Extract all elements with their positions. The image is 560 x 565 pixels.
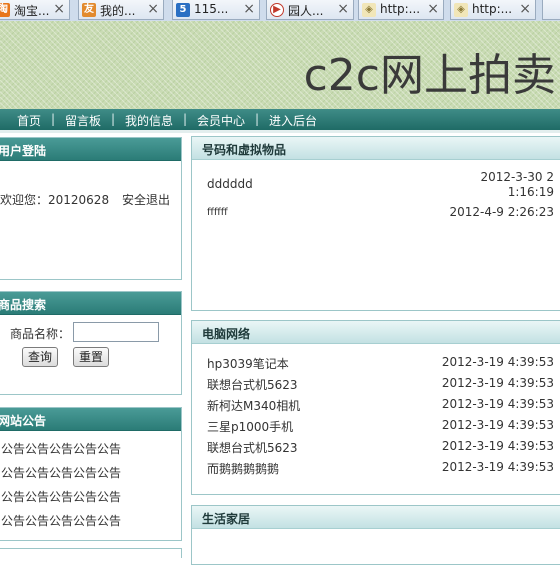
item-date: 2012-4-9 2:26:23 (449, 205, 554, 219)
close-icon[interactable]: × (427, 1, 439, 17)
item-name[interactable]: dddddd (207, 177, 253, 191)
close-icon[interactable]: × (147, 1, 159, 17)
next-left-panel (0, 548, 182, 558)
browser-tab[interactable]: 友 我的... × (78, 0, 164, 20)
category-header: 电脑网络 (192, 321, 560, 344)
category-panel-computers: 电脑网络 hp3039笔记本 2012-3-19 4:39:53 联想台式机56… (191, 320, 560, 495)
category-panel-virtual: 号码和虚拟物品 dddddd 2012-3-30 21:16:19 ffffff… (191, 136, 560, 311)
logout-link[interactable]: 安全退出 (122, 191, 170, 208)
item-date: 2012-3-19 4:39:53 (441, 397, 554, 411)
search-panel-title: 商品搜索 (0, 298, 47, 312)
nav-my-info[interactable]: 我的信息 (125, 112, 173, 129)
browser-tab[interactable]: ◈ http:... × (450, 0, 536, 20)
category-title: 生活家居 (202, 512, 251, 526)
browser-favicon-icon: 友 (82, 3, 96, 17)
search-panel-header: 商品搜索 (0, 292, 181, 315)
announcement-panel-header: 网站公告 (0, 408, 181, 431)
video-play-icon: ▶ (270, 3, 284, 17)
item-date: 2012-3-30 21:16:19 (480, 170, 554, 199)
nav-message-board[interactable]: 留言板 (65, 112, 101, 129)
115-icon: 5 (176, 3, 190, 17)
nav-separator: | (183, 112, 188, 126)
product-name-label: 商品名称： (10, 327, 71, 341)
tab-label: 淘宝... (14, 4, 50, 18)
nav-separator: | (255, 112, 260, 126)
cube-icon: ◈ (362, 3, 376, 17)
search-panel: 商品搜索 商品名称： 查询 重置 (0, 291, 182, 395)
login-panel-title: 用户登陆 (0, 144, 47, 158)
category-header: 号码和虚拟物品 (192, 137, 560, 160)
list-item[interactable]: 联想台式机5623 2012-3-19 4:39:53 (207, 439, 554, 457)
category-title: 号码和虚拟物品 (202, 143, 287, 157)
item-date: 2012-3-19 4:39:53 (441, 376, 554, 390)
browser-tab[interactable]: ◈ http:... × (358, 0, 444, 20)
item-date: 2012-3-19 4:39:53 (441, 418, 554, 432)
cube-icon: ◈ (454, 3, 468, 17)
browser-tab[interactable]: 5 115... × (172, 0, 260, 20)
announcement-item[interactable]: 公告公告公告公告公告 (1, 488, 121, 505)
category-title: 电脑网络 (202, 327, 251, 341)
tab-label: 我的... (100, 4, 136, 18)
announcement-panel: 网站公告 公告公告公告公告公告 公告公告公告公告公告 公告公告公告公告公告 公告… (0, 407, 182, 541)
tab-label: http:... (472, 2, 513, 16)
login-panel: 用户登陆 欢迎您：20120628 安全退出 (0, 137, 182, 280)
item-date: 2012-3-19 4:39:53 (441, 460, 554, 474)
nav-separator: | (51, 112, 56, 126)
welcome-text: 欢迎您：20120628 (0, 193, 110, 207)
item-name[interactable]: 联想台式机5623 (207, 376, 298, 393)
list-item[interactable]: 而鹅鹅鹅鹅鹅 2012-3-19 4:39:53 (207, 460, 554, 478)
item-name[interactable]: ffffff (207, 207, 228, 218)
list-item[interactable]: ffffff 2012-4-9 2:26:23 (207, 205, 554, 223)
tab-label: 园人... (288, 4, 324, 18)
close-icon[interactable]: × (243, 1, 255, 17)
list-item[interactable]: hp3039笔记本 2012-3-19 4:39:53 (207, 355, 554, 373)
browser-tab[interactable]: 淘 淘宝... × (0, 0, 70, 20)
nav-home[interactable]: 首页 (17, 112, 41, 129)
category-header: 生活家居 (192, 506, 560, 529)
browser-tab-strip: 淘 淘宝... × 友 我的... × 5 115... × ▶ 园人... ×… (0, 0, 560, 22)
tab-label: 115... (194, 2, 229, 16)
item-name[interactable]: 联想台式机5623 (207, 439, 298, 456)
announcement-item[interactable]: 公告公告公告公告公告 (1, 464, 121, 481)
site-title: c2c网上拍卖 (303, 50, 556, 101)
browser-tab[interactable]: ▶ 园人... × (266, 0, 354, 20)
item-date: 2012-3-19 4:39:53 (441, 355, 554, 369)
tab-label: http:... (380, 2, 421, 16)
close-icon[interactable]: × (519, 1, 531, 17)
query-button[interactable]: 查询 (22, 347, 58, 367)
announcement-item[interactable]: 公告公告公告公告公告 (1, 440, 121, 457)
item-name[interactable]: 而鹅鹅鹅鹅鹅 (207, 460, 279, 477)
close-icon[interactable]: × (337, 1, 349, 17)
item-name[interactable]: 三星p1000手机 (207, 418, 293, 435)
taobao-icon: 淘 (0, 3, 10, 17)
site-header: c2c网上拍卖 (0, 21, 560, 109)
announcement-item[interactable]: 公告公告公告公告公告 (1, 512, 121, 529)
item-date: 2012-3-19 4:39:53 (441, 439, 554, 453)
main-nav: 首页 | 留言板 | 我的信息 | 会员中心 | 进入后台 (0, 109, 560, 130)
login-panel-header: 用户登陆 (0, 138, 181, 161)
nav-divider (0, 130, 560, 133)
item-name[interactable]: hp3039笔记本 (207, 355, 289, 372)
nav-admin[interactable]: 进入后台 (269, 112, 317, 129)
list-item[interactable]: 三星p1000手机 2012-3-19 4:39:53 (207, 418, 554, 436)
nav-member-center[interactable]: 会员中心 (197, 112, 245, 129)
announcement-panel-title: 网站公告 (0, 414, 47, 428)
category-panel-home: 生活家居 (191, 505, 560, 565)
product-name-input[interactable] (73, 322, 159, 342)
list-item[interactable]: 联想台式机5623 2012-3-19 4:39:53 (207, 376, 554, 394)
nav-separator: | (111, 112, 116, 126)
list-item[interactable]: 新柯达M340相机 2012-3-19 4:39:53 (207, 397, 554, 415)
reset-button[interactable]: 重置 (73, 347, 109, 367)
close-icon[interactable]: × (53, 1, 65, 17)
browser-tab[interactable] (542, 0, 560, 20)
item-name[interactable]: 新柯达M340相机 (207, 397, 300, 414)
